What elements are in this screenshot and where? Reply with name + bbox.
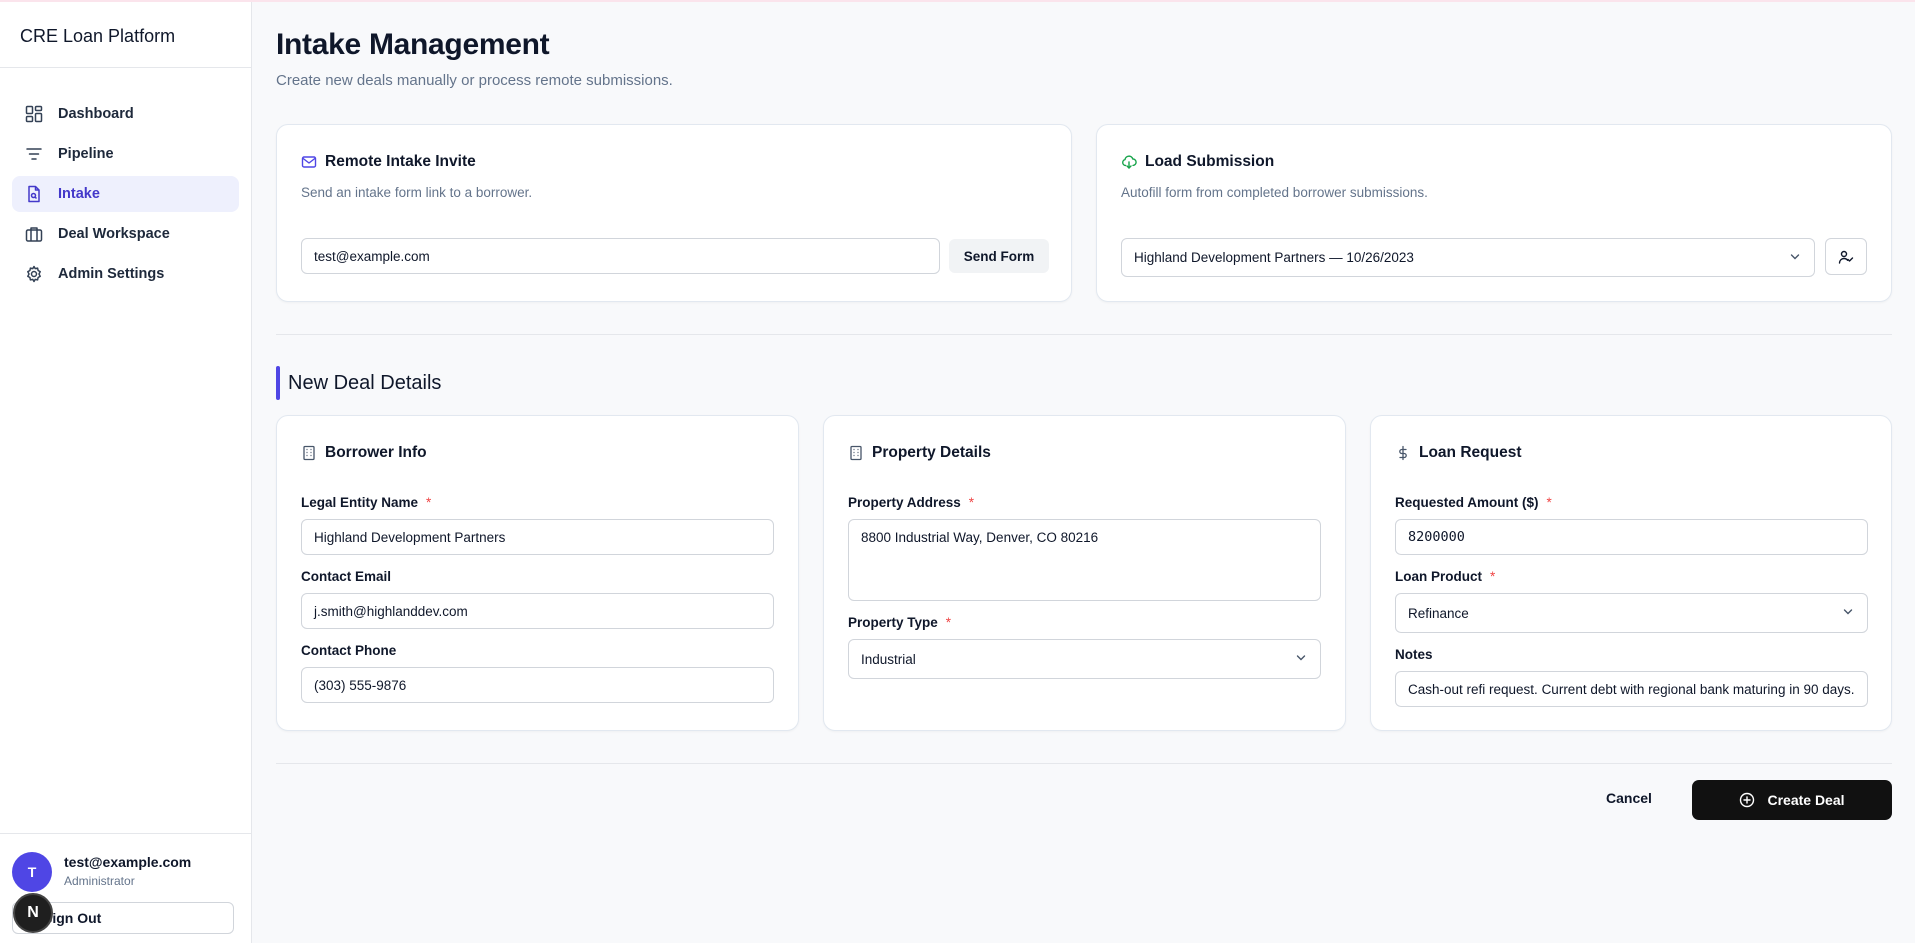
remote-intake-card: Remote Intake Invite Send an intake form…	[276, 124, 1072, 302]
sidebar-item-deal-workspace[interactable]: Deal Workspace	[12, 216, 239, 252]
load-submission-description: Autofill form from completed borrower su…	[1121, 185, 1428, 200]
sidebar-item-dashboard[interactable]: Dashboard	[12, 96, 239, 132]
card-title: Loan Request	[1395, 444, 1521, 462]
file-search-icon	[24, 184, 44, 204]
property-address-label-text: Property Address	[848, 495, 961, 510]
property-type-value: Industrial	[861, 651, 916, 667]
load-submission-title: Load Submission	[1145, 153, 1275, 170]
required-marker: *	[1546, 495, 1552, 510]
dashboard-icon	[24, 104, 44, 124]
required-marker: *	[1490, 569, 1496, 584]
legal-entity-label: Legal Entity Name *	[301, 495, 431, 510]
dollar-icon	[1395, 445, 1411, 461]
sidebar-nav: Dashboard Pipeline Intake Deal Workspace…	[0, 68, 251, 292]
card-title: Load Submission	[1121, 153, 1274, 171]
filter-icon	[24, 144, 44, 164]
loan-product-select[interactable]: Refinance	[1395, 593, 1868, 633]
section-accent-bar	[276, 366, 280, 400]
user-role: Administrator	[64, 874, 135, 888]
sidebar-item-intake[interactable]: Intake	[12, 176, 239, 212]
required-marker: *	[945, 615, 952, 630]
page-title: Intake Management	[276, 28, 550, 61]
cloud-download-icon	[1121, 154, 1137, 170]
borrower-info-card: Borrower Info Legal Entity Name * Highla…	[276, 415, 799, 731]
card-title: Property Details	[848, 444, 991, 462]
sidebar-item-label: Dashboard	[58, 106, 134, 122]
property-details-title: Property Details	[872, 444, 991, 461]
divider	[276, 334, 1892, 335]
property-type-label: Property Type *	[848, 615, 951, 630]
contact-phone-label: Contact Phone	[301, 643, 397, 658]
user-check-icon	[1838, 249, 1854, 265]
loan-product-label-text: Loan Product	[1395, 569, 1482, 584]
contact-phone-input[interactable]: (303) 555-9876	[301, 667, 774, 703]
load-submission-button[interactable]	[1825, 238, 1867, 275]
legal-entity-label-text: Legal Entity Name	[301, 495, 419, 510]
sidebar-item-label: Admin Settings	[58, 266, 165, 282]
loan-request-title: Loan Request	[1419, 444, 1522, 461]
sidebar-item-label: Pipeline	[58, 146, 114, 162]
card-title: Borrower Info	[301, 444, 427, 462]
contact-email-label: Contact Email	[301, 569, 392, 584]
avatar[interactable]: T	[12, 852, 52, 892]
gear-icon	[24, 264, 44, 284]
property-details-card: Property Details Property Address * 8800…	[823, 415, 1346, 731]
app-name: CRE Loan Platform	[0, 2, 251, 68]
property-address-label: Property Address *	[848, 495, 974, 510]
required-marker: *	[968, 495, 975, 510]
sidebar-item-pipeline[interactable]: Pipeline	[12, 136, 239, 172]
borrower-info-title: Borrower Info	[325, 444, 427, 461]
send-form-button[interactable]: Send Form	[949, 239, 1049, 273]
load-submission-card: Load Submission Autofill form from compl…	[1096, 124, 1892, 302]
submission-select-value: Highland Development Partners — 10/26/20…	[1134, 250, 1414, 265]
plus-circle-icon	[1739, 792, 1755, 808]
chevron-down-icon	[1788, 249, 1802, 266]
card-title: Remote Intake Invite	[301, 153, 476, 171]
building-icon	[848, 445, 864, 461]
create-deal-label: Create Deal	[1767, 792, 1845, 808]
remote-intake-description: Send an intake form link to a borrower.	[301, 185, 533, 200]
property-type-select[interactable]: Industrial	[848, 639, 1321, 679]
loan-product-value: Refinance	[1408, 605, 1469, 621]
notes-input[interactable]: Cash-out refi request. Current debt with…	[1395, 671, 1868, 707]
user-email: test@example.com	[64, 854, 192, 870]
contact-email-input[interactable]: j.smith@highlanddev.com	[301, 593, 774, 629]
requested-amount-input[interactable]: 8200000	[1395, 519, 1868, 555]
sidebar-item-admin-settings[interactable]: Admin Settings	[12, 256, 239, 292]
top-accent-line	[0, 0, 1915, 2]
chevron-down-icon	[1841, 605, 1855, 622]
divider	[276, 763, 1892, 764]
page-subtitle: Create new deals manually or process rem…	[276, 72, 673, 89]
requested-amount-label-text: Requested Amount ($)	[1395, 495, 1539, 510]
create-deal-button[interactable]: Create Deal	[1692, 780, 1892, 820]
property-address-textarea[interactable]: 8800 Industrial Way, Denver, CO 80216	[848, 519, 1321, 601]
next-dev-badge-icon[interactable]: N	[13, 893, 53, 933]
briefcase-icon	[24, 224, 44, 244]
chevron-down-icon	[1294, 651, 1308, 668]
property-type-label-text: Property Type	[848, 615, 938, 630]
cancel-button[interactable]: Cancel	[1606, 790, 1652, 806]
remote-intake-title: Remote Intake Invite	[325, 153, 476, 170]
section-title: New Deal Details	[288, 372, 442, 394]
submission-select[interactable]: Highland Development Partners — 10/26/20…	[1121, 238, 1815, 277]
invite-email-input[interactable]: test@example.com	[301, 238, 940, 274]
loan-product-label: Loan Product *	[1395, 569, 1495, 584]
loan-request-card: Loan Request Requested Amount ($) * 8200…	[1370, 415, 1892, 731]
required-marker: *	[426, 495, 432, 510]
legal-entity-input[interactable]: Highland Development Partners	[301, 519, 774, 555]
notes-label: Notes	[1395, 647, 1433, 662]
sidebar-item-label: Intake	[58, 186, 100, 202]
sidebar: CRE Loan Platform Dashboard Pipeline Int…	[0, 2, 252, 943]
requested-amount-label: Requested Amount ($) *	[1395, 495, 1552, 510]
mail-icon	[301, 154, 317, 170]
sidebar-item-label: Deal Workspace	[58, 226, 170, 242]
building-icon	[301, 445, 317, 461]
